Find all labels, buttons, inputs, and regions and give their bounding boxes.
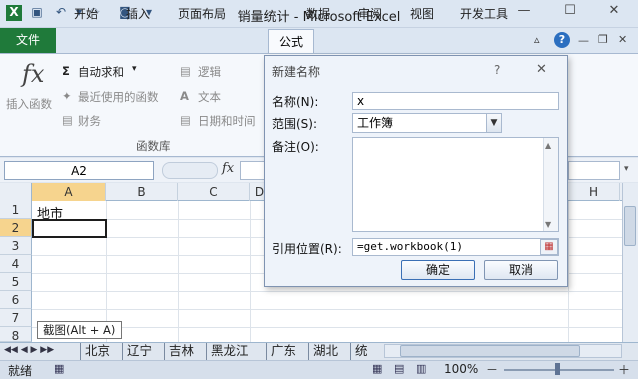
sheet-tab-guangdong[interactable]: 广东 — [266, 343, 300, 360]
autosum-icon[interactable]: Σ — [62, 64, 70, 78]
vertical-scroll-thumb[interactable] — [624, 206, 636, 246]
scope-dropdown-icon[interactable]: ▼ — [486, 114, 501, 132]
zoom-out-button[interactable]: － — [486, 361, 498, 378]
normal-view-icon[interactable]: ▦ — [372, 362, 382, 375]
cancel-button[interactable]: 取消 — [484, 260, 558, 280]
autosum-button[interactable]: 自动求和 — [78, 64, 124, 80]
dialog-help-button[interactable]: ? — [494, 63, 500, 77]
fx-button[interactable]: fx — [222, 161, 234, 176]
tab-insert[interactable]: 插入 — [118, 3, 158, 25]
dialog-close-button[interactable]: ✕ — [536, 62, 547, 77]
close-button[interactable]: ✕ — [600, 3, 628, 23]
status-ready: 就绪 — [8, 364, 33, 378]
gridline — [32, 291, 622, 292]
zoom-slider-handle[interactable] — [555, 363, 560, 375]
name-box[interactable]: A2 — [4, 161, 154, 180]
formula-input-right[interactable] — [568, 161, 620, 180]
refers-to-label: 引用位置(R): — [272, 242, 342, 256]
page-break-view-icon[interactable]: ▥ — [416, 362, 426, 375]
tab-page-layout[interactable]: 页面布局 — [170, 3, 234, 25]
text-button[interactable]: 文本 — [198, 89, 221, 105]
zoom-level[interactable]: 100% — [444, 362, 478, 376]
sheet-tab-liaoning[interactable]: 辽宁 — [122, 343, 156, 360]
column-header-a[interactable]: A — [32, 183, 106, 201]
row-header-4[interactable]: 4 — [0, 255, 32, 273]
sheet-tab-beijing[interactable]: 北京 — [80, 343, 114, 360]
maximize-button[interactable]: ☐ — [556, 3, 584, 23]
gridline — [32, 309, 622, 310]
financial-button[interactable]: 财务 — [78, 113, 101, 129]
row-header-6[interactable]: 6 — [0, 291, 32, 309]
name-input[interactable]: x — [352, 92, 559, 110]
formula-bar-expand-handle[interactable] — [162, 162, 218, 179]
row-header-7[interactable]: 7 — [0, 309, 32, 327]
collapse-dialog-icon[interactable]: ▦ — [540, 239, 558, 255]
group-label-function-library: 函数库 — [136, 139, 171, 153]
zoom-in-button[interactable]: ＋ — [618, 361, 630, 378]
first-sheet-icon[interactable]: ◀◀ ◀ ▶ ▶▶ — [4, 345, 54, 355]
gridline — [250, 201, 251, 342]
row-header-8[interactable]: 8 — [0, 327, 32, 343]
page-layout-view-icon[interactable]: ▤ — [394, 362, 404, 375]
logical-icon: ▤ — [180, 64, 191, 78]
sheet-tab-heilongjiang[interactable]: 黑龙江 — [206, 343, 253, 360]
column-header-b[interactable]: B — [106, 183, 178, 201]
logical-button[interactable]: 逻辑 — [198, 64, 221, 80]
scope-select[interactable]: 工作簿 — [352, 113, 502, 133]
dialog-title: 新建名称 — [272, 65, 321, 79]
excel-logo-icon[interactable]: X — [6, 5, 22, 21]
sheet-tab-partial[interactable]: 统 — [350, 343, 372, 360]
horizontal-scroll-thumb[interactable] — [400, 345, 580, 357]
recent-functions-icon: ✦ — [62, 89, 72, 103]
tab-review[interactable]: 审阅 — [350, 3, 390, 25]
name-label: 名称(N): — [272, 95, 319, 109]
tab-home[interactable]: 开始 — [66, 3, 106, 25]
comment-scroll-down-icon[interactable]: ▼ — [545, 220, 551, 229]
autosum-dropdown-icon[interactable]: ▾ — [132, 64, 137, 74]
column-header-h[interactable]: H — [568, 183, 620, 201]
ribbon-tab-bar — [0, 28, 638, 54]
ok-button[interactable]: 确定 — [401, 260, 475, 280]
scope-label: 范围(S): — [272, 117, 318, 131]
column-header-c[interactable]: C — [178, 183, 250, 201]
sheet-tab-hubei[interactable]: 湖北 — [308, 343, 342, 360]
active-cell-a2[interactable] — [32, 219, 107, 238]
sheet-tab-jilin[interactable]: 吉林 — [164, 343, 198, 360]
text-icon: A — [180, 89, 189, 103]
tab-view[interactable]: 视图 — [402, 3, 442, 25]
comment-label: 备注(O): — [272, 140, 319, 154]
screenshot-tooltip: 截图(Alt + A) — [37, 321, 122, 339]
ribbon-collapse-icon[interactable]: ▵ — [534, 33, 540, 46]
comment-scroll-up-icon[interactable]: ▲ — [545, 141, 551, 150]
comment-textarea[interactable] — [352, 137, 559, 232]
workbook-restore-icon[interactable]: ❐ — [598, 33, 608, 46]
row-header-1[interactable]: 1 — [0, 201, 32, 219]
recent-functions-button[interactable]: 最近使用的函数 — [78, 89, 159, 105]
workbook-minimize-icon[interactable]: — — [578, 34, 589, 47]
refers-to-input[interactable]: =get.workbook(1) — [352, 238, 559, 256]
formula-input[interactable] — [240, 161, 265, 180]
macro-record-icon[interactable]: ▦ — [54, 362, 64, 375]
datetime-icon: ▤ — [180, 113, 191, 127]
row-header-5[interactable]: 5 — [0, 273, 32, 291]
financial-icon: ▤ — [62, 113, 73, 127]
gridline — [178, 201, 179, 342]
tab-data[interactable]: 数据 — [298, 3, 338, 25]
save-icon[interactable]: ▣ — [28, 5, 46, 21]
tab-developer[interactable]: 开发工具 — [452, 3, 516, 25]
insert-function-icon[interactable]: fx — [22, 60, 44, 88]
select-all-corner[interactable] — [0, 183, 32, 201]
help-icon[interactable]: ? — [554, 32, 570, 48]
row-header-3[interactable]: 3 — [0, 237, 32, 255]
tab-file[interactable]: 文件 — [0, 28, 56, 53]
formula-bar-expand-icon[interactable]: ▾ — [624, 164, 629, 174]
datetime-button[interactable]: 日期和时间 — [198, 113, 256, 129]
insert-function-button[interactable]: 插入函数 — [6, 96, 52, 112]
tab-formulas[interactable]: 公式 — [268, 29, 314, 54]
gridline — [568, 201, 569, 342]
workbook-close-icon[interactable]: ✕ — [618, 33, 627, 46]
comment-scrollbar[interactable] — [543, 138, 558, 231]
row-header-2[interactable]: 2 — [0, 219, 32, 237]
